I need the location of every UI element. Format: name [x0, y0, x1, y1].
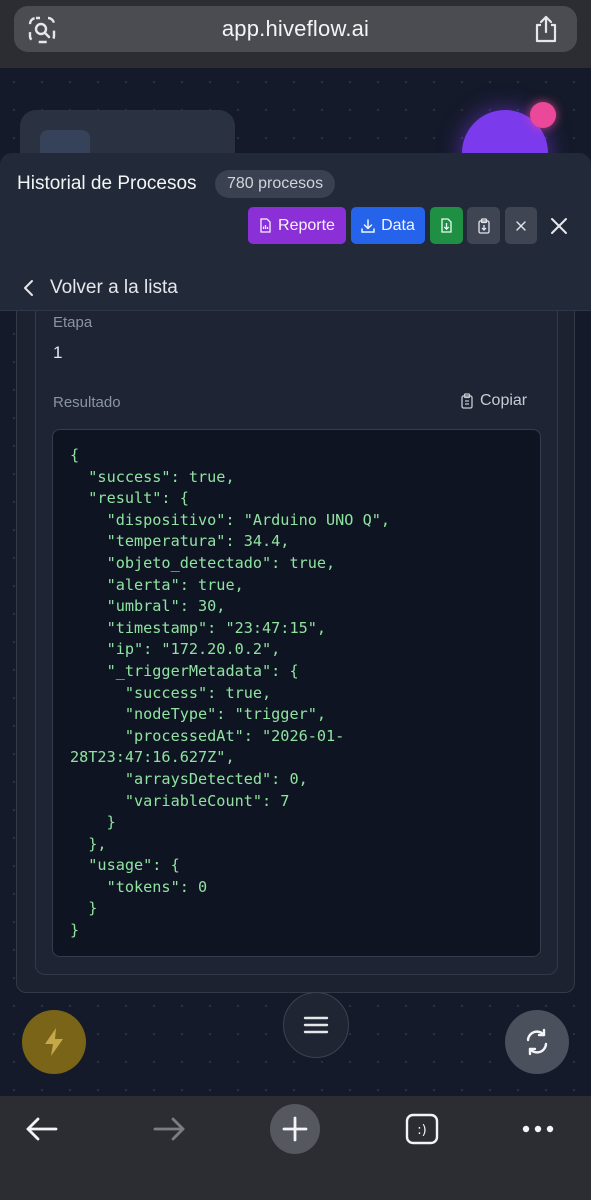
stage-value: 1	[53, 343, 63, 362]
arrow-right-icon	[153, 1117, 185, 1141]
lightning-icon	[45, 1028, 63, 1056]
tabs-button[interactable]: :)	[397, 1104, 447, 1154]
share-icon[interactable]	[533, 15, 559, 43]
process-detail-card: Etapa 1 Resultado Copiar { "success": tr…	[16, 311, 575, 993]
file-download-icon	[441, 218, 452, 233]
clipboard-icon	[461, 393, 473, 409]
browser-top-bar: app.hiveflow.ai	[0, 0, 591, 68]
svg-text::): :)	[417, 1123, 426, 1138]
x-icon	[516, 220, 526, 231]
copy-clipboard-button[interactable]	[467, 207, 500, 244]
stage-label: Etapa	[53, 314, 93, 331]
back-to-list-label: Volver a la lista	[50, 277, 178, 298]
run-trigger-button[interactable]	[22, 1010, 86, 1074]
chevron-left-icon	[24, 280, 33, 296]
panel-title: Historial de Procesos	[17, 173, 197, 194]
browser-back-button[interactable]	[17, 1104, 67, 1154]
chart-file-icon	[260, 218, 271, 233]
clipboard-icon	[477, 217, 490, 234]
result-json-viewer[interactable]: { "success": true, "result": { "disposit…	[52, 429, 541, 957]
notification-dot	[530, 102, 556, 128]
history-panel-header: Historial de Procesos 780 procesos Repor…	[0, 153, 591, 311]
data-download-button[interactable]: Data	[351, 207, 425, 244]
screen-search-icon[interactable]	[28, 16, 56, 44]
clear-button[interactable]	[505, 207, 537, 244]
new-tab-button[interactable]	[270, 1104, 320, 1154]
close-panel-button[interactable]	[546, 213, 572, 239]
more-icon	[522, 1125, 554, 1133]
tabs-icon: :)	[405, 1113, 439, 1145]
address-bar[interactable]: app.hiveflow.ai	[14, 6, 577, 52]
export-file-button[interactable]	[430, 207, 463, 244]
url-text[interactable]: app.hiveflow.ai	[222, 16, 369, 42]
browser-bottom-toolbar: :)	[0, 1096, 591, 1200]
download-icon	[361, 218, 375, 233]
copy-result-button[interactable]: Copiar	[460, 392, 527, 410]
hamburger-icon	[303, 1016, 329, 1034]
browser-forward-button[interactable]	[144, 1104, 194, 1154]
report-button[interactable]: Reporte	[248, 207, 346, 244]
report-button-label: Reporte	[278, 216, 335, 234]
back-to-list-link[interactable]: Volver a la lista	[22, 273, 178, 303]
refresh-button[interactable]	[505, 1010, 569, 1074]
result-json-text: { "success": true, "result": { "disposit…	[70, 446, 391, 940]
result-section: Etapa 1 Resultado Copiar { "success": tr…	[35, 311, 558, 975]
refresh-icon	[526, 1028, 548, 1056]
menu-button[interactable]	[283, 992, 349, 1058]
plus-icon	[282, 1116, 308, 1142]
process-count-badge: 780 procesos	[215, 170, 336, 198]
copy-result-label: Copiar	[480, 392, 528, 409]
close-icon	[551, 218, 567, 234]
more-options-button[interactable]	[513, 1104, 563, 1154]
arrow-left-icon	[26, 1117, 58, 1141]
result-label: Resultado	[53, 394, 121, 411]
data-button-label: Data	[381, 216, 415, 234]
